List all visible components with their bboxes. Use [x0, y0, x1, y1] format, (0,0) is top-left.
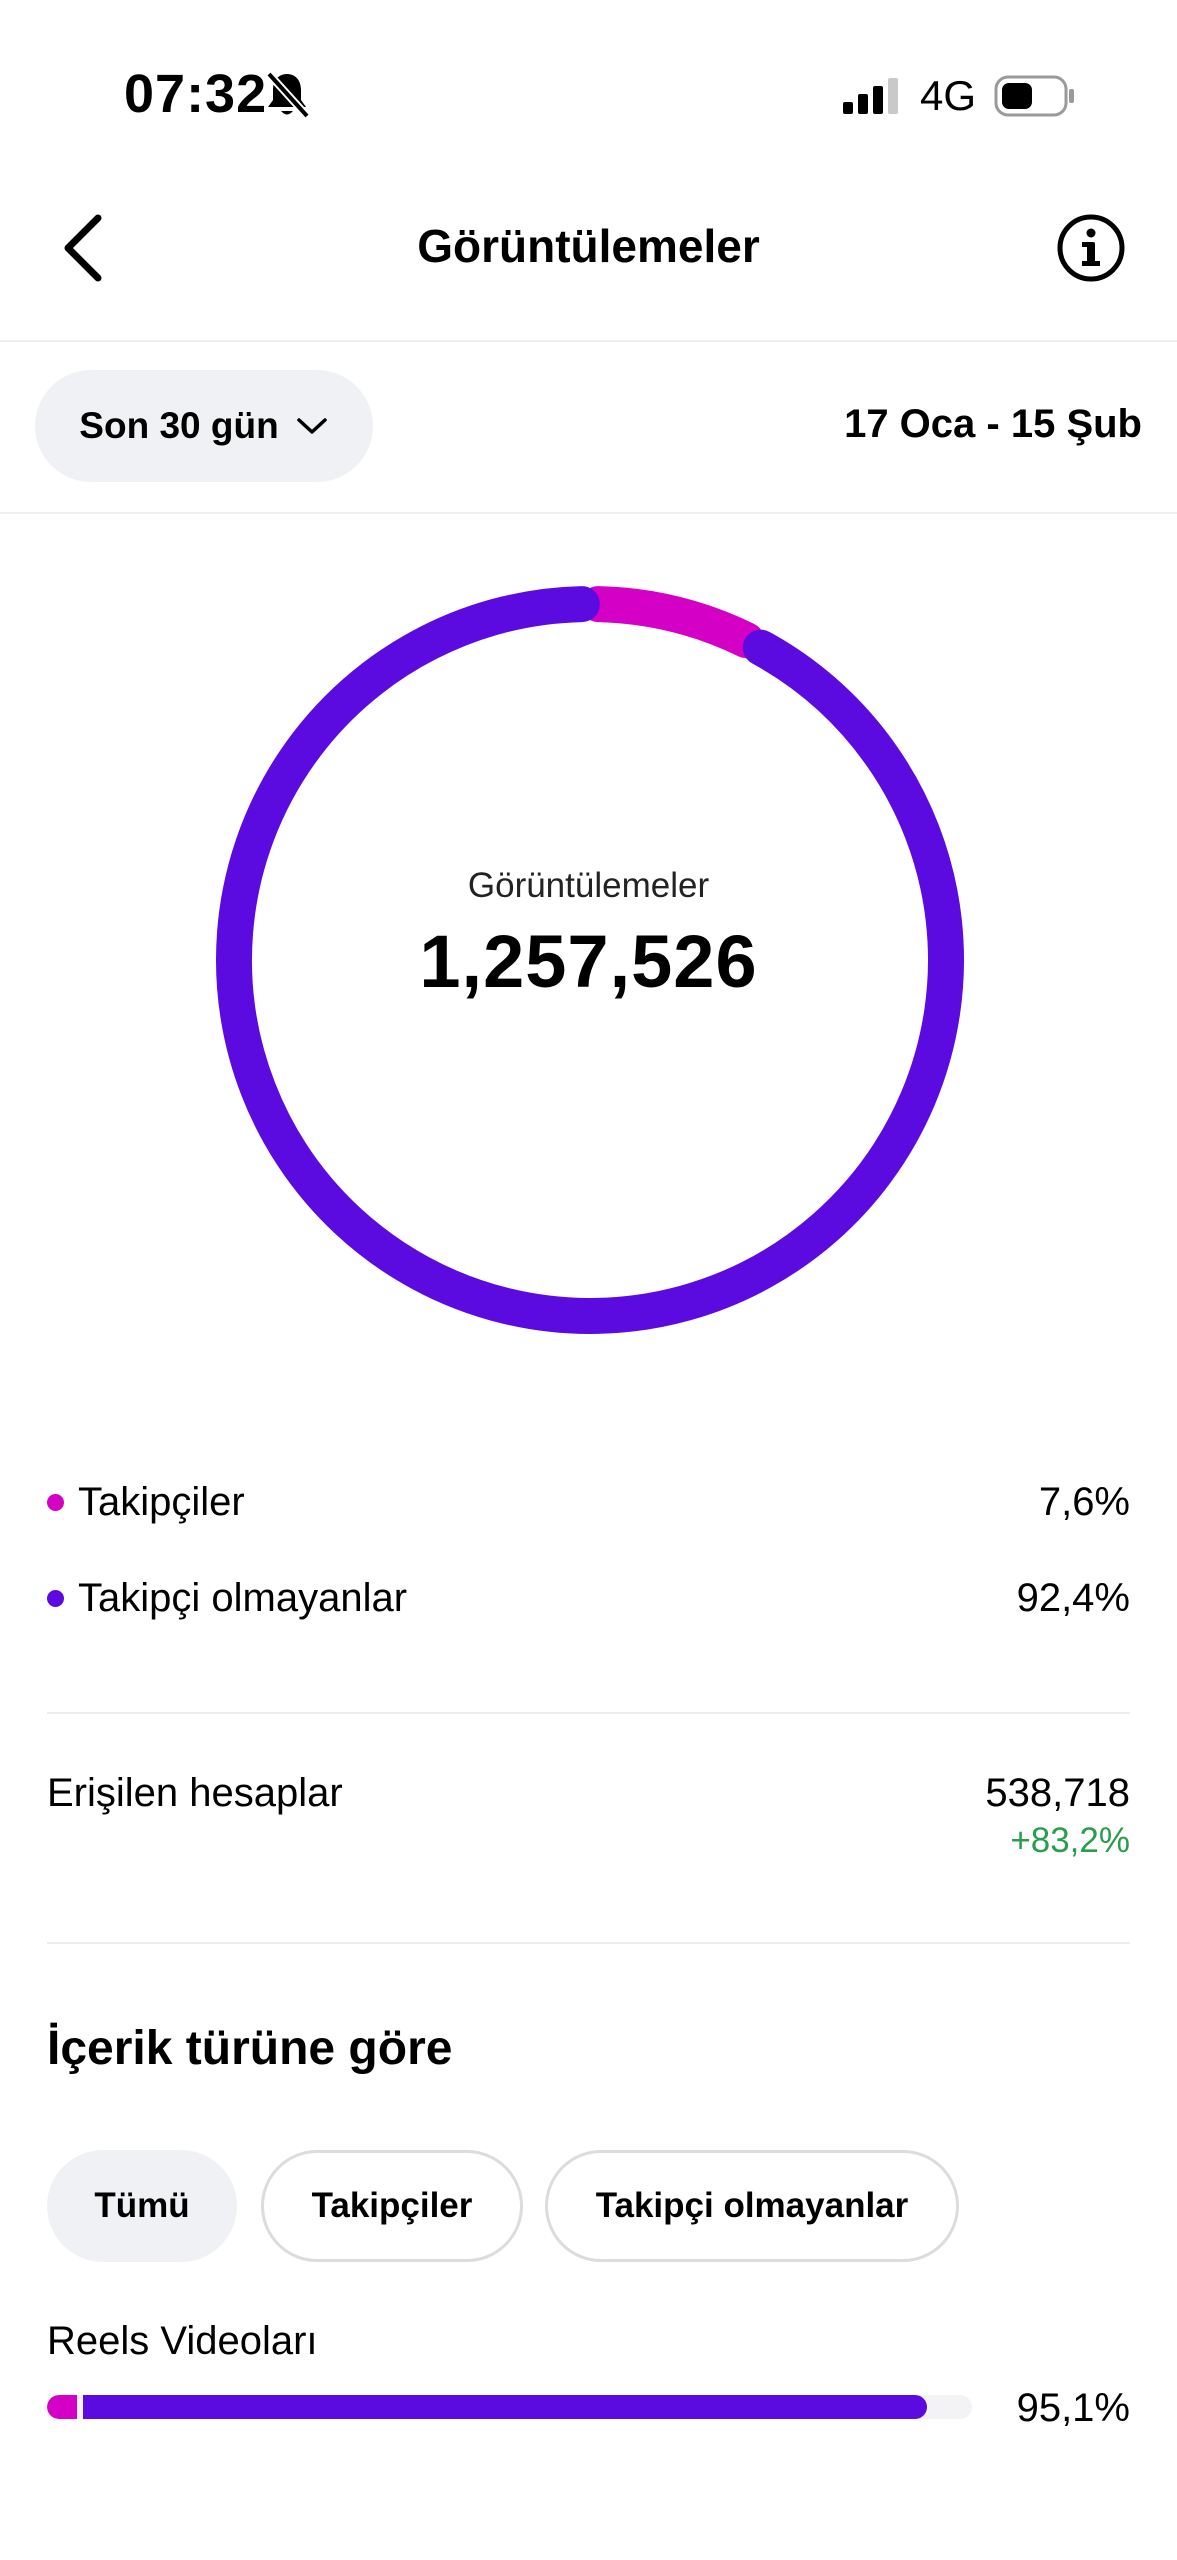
battery-icon	[994, 75, 1074, 117]
signal-icon	[843, 78, 898, 114]
tab-all[interactable]: Tümü	[47, 2150, 237, 2262]
reels-followers-segment	[47, 2395, 77, 2419]
legend-label: Takipçi olmayanlar	[78, 1575, 408, 1620]
network-label: 4G	[920, 72, 977, 119]
donut-segment-followers	[580, 586, 765, 659]
info-icon[interactable]	[1055, 212, 1127, 284]
filter-divider	[0, 512, 1177, 514]
legend-row-non-followers: Takipçi olmayanlar 92,4%	[47, 1568, 1130, 1628]
donut-center-label: Görüntülemeler	[467, 866, 710, 905]
reels-progress-bar	[47, 2395, 972, 2419]
header-divider	[0, 340, 1177, 342]
section-divider	[47, 1942, 1130, 1944]
tab-non-followers[interactable]: Takipçi olmayanlar	[545, 2150, 959, 2262]
legend-label: Takipçiler	[78, 1479, 245, 1524]
reels-non-followers-segment	[83, 2395, 927, 2419]
chevron-down-icon	[296, 418, 327, 434]
legend-row-followers: Takipçiler 7,6%	[47, 1472, 1130, 1532]
reels-percent: 95,1%	[1016, 2386, 1130, 2430]
reels-label: Reels Videoları	[47, 2319, 318, 2363]
tab-followers[interactable]: Takipçiler	[261, 2150, 523, 2262]
legend-value: 92,4%	[1016, 1575, 1130, 1620]
accounts-reached-change: +83,2%	[1010, 1821, 1130, 1860]
status-time: 07:32	[124, 64, 268, 124]
donut-center-value: 1,257,526	[419, 920, 758, 1003]
legend-value: 7,6%	[1038, 1479, 1130, 1524]
date-range-dropdown-label: Son 30 gün	[79, 405, 279, 446]
section-divider	[47, 1712, 1130, 1714]
bell-slash-icon	[266, 71, 310, 119]
accounts-reached-label: Erişilen hesaplar	[47, 1771, 343, 1815]
legend-dot	[47, 1589, 64, 1607]
content-type-title: İçerik türüne göre	[47, 2022, 453, 2075]
accounts-reached-value: 538,718	[985, 1771, 1130, 1815]
page-title: Görüntülemeler	[417, 220, 760, 272]
date-range-text: 17 Oca - 15 Şub	[844, 402, 1142, 446]
legend-dot	[47, 1493, 64, 1511]
date-range-dropdown[interactable]: Son 30 gün	[35, 370, 373, 482]
